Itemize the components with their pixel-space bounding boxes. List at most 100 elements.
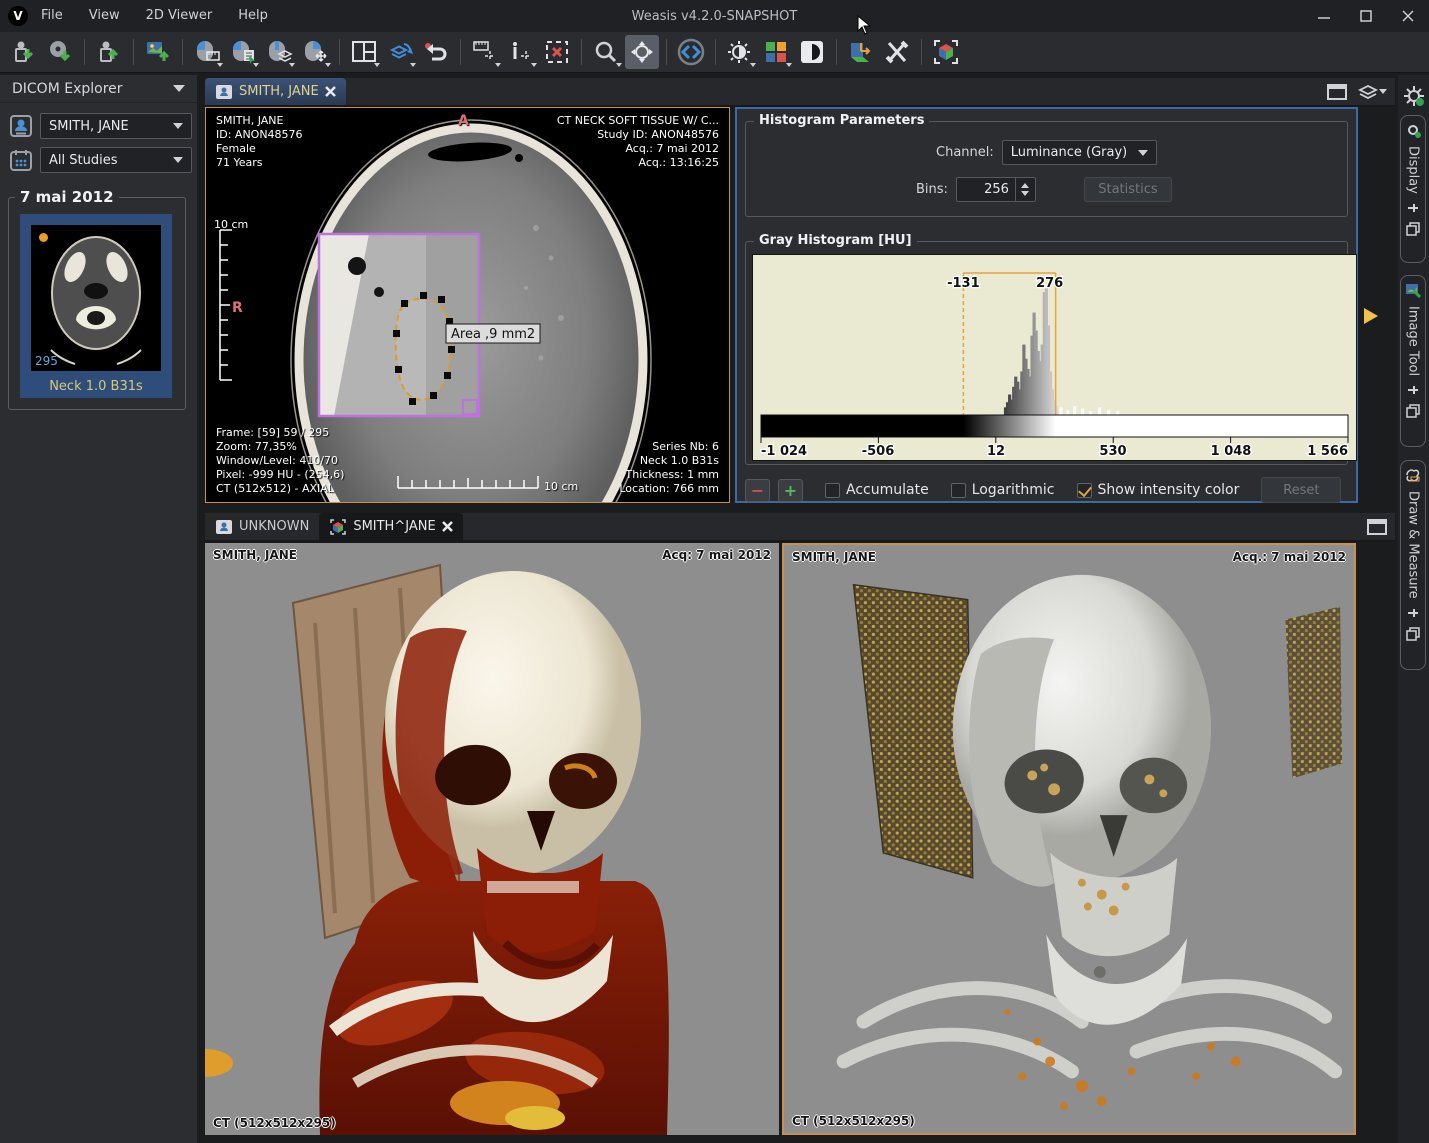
group-title: Histogram Parameters xyxy=(754,113,929,128)
minimize-button[interactable] xyxy=(1303,0,1345,32)
dicom-explorer-panel: DICOM Explorer SMITH, JANE All Studies 7… xyxy=(0,75,200,1143)
import-cd-icon[interactable] xyxy=(43,35,77,69)
svg-text:-506: -506 xyxy=(862,444,895,459)
ct-axial-viewport[interactable]: Area ,9 mm2 SMITH, JANEID: ANON48576 Fem… xyxy=(205,107,730,503)
volume-render-bone xyxy=(784,545,1354,1133)
delete-measurements-icon[interactable] xyxy=(540,35,574,69)
export-dicom-icon[interactable] xyxy=(92,35,126,69)
overlay-patient: SMITH, JANE xyxy=(213,548,297,562)
show-intensity-checkbox[interactable]: Show intensity color xyxy=(1077,482,1240,498)
import-dicom-icon[interactable] xyxy=(7,35,41,69)
accumulate-checkbox[interactable]: Accumulate xyxy=(825,482,929,498)
close-tab-icon[interactable] xyxy=(325,86,336,97)
tab-smith-jane-2d[interactable]: SMITH, JANE xyxy=(205,78,346,105)
open-3d-cube-icon[interactable] xyxy=(929,35,963,69)
study-group: 7 mai 2012 295 Neck 1.0 B31s xyxy=(8,197,186,410)
pan-icon[interactable] xyxy=(625,35,659,69)
svg-text:1 048: 1 048 xyxy=(1211,444,1252,459)
svg-text:-131: -131 xyxy=(947,276,980,291)
float-window-icon[interactable] xyxy=(1406,222,1420,236)
zoom-out-button[interactable]: − xyxy=(745,479,770,502)
svg-text:530: 530 xyxy=(1099,444,1126,459)
float-window-icon[interactable] xyxy=(1406,404,1420,418)
channel-value: Luminance (Gray) xyxy=(1011,145,1127,160)
mpr-3d-icon[interactable] xyxy=(844,35,878,69)
dicom-explorer-header[interactable]: DICOM Explorer xyxy=(0,75,197,103)
float-window-icon[interactable] xyxy=(1406,627,1420,641)
tab-smith-jane-3d[interactable]: SMITH^JANE xyxy=(319,513,462,540)
checkbox-icon[interactable] xyxy=(825,483,840,498)
maximize-button[interactable] xyxy=(1345,0,1387,32)
statistics-label: Statistics xyxy=(1098,182,1157,197)
title-bar: V File View 2D Viewer Help Weasis v4.2.0… xyxy=(0,0,1429,32)
reset-icon[interactable] xyxy=(419,35,453,69)
rail-tab-display[interactable]: Display xyxy=(1400,115,1426,263)
volume-view-bone[interactable]: SMITH, JANE Acq.: 7 mai 2012 CT (512x512… xyxy=(782,543,1356,1135)
pin-icon[interactable] xyxy=(1406,607,1420,619)
rail-tab-draw-measure[interactable]: Draw & Measure xyxy=(1400,460,1426,670)
overlay-study-info: CT NECK SOFT TISSUE W/ C...Study ID: ANO… xyxy=(557,114,719,170)
menu-file[interactable]: File xyxy=(28,0,76,32)
patient-select[interactable]: SMITH, JANE xyxy=(40,113,192,139)
mouse-middle-series-icon[interactable] xyxy=(262,35,296,69)
synch-icon[interactable] xyxy=(383,35,417,69)
reset-button[interactable]: Reset xyxy=(1261,477,1341,503)
menu-help[interactable]: Help xyxy=(225,0,281,32)
accumulate-label: Accumulate xyxy=(846,482,929,498)
mouse-left-contextmenu-icon[interactable] xyxy=(226,35,260,69)
lut-icon[interactable] xyxy=(759,35,793,69)
draw-measure-icon xyxy=(1405,467,1421,483)
bins-spinner[interactable]: 256 xyxy=(956,177,1036,202)
statistics-button[interactable]: Statistics xyxy=(1084,177,1172,202)
layers-menu-icon[interactable] xyxy=(1357,83,1387,101)
overlay-series-info: Series Nb: 6Neck 1.0 B31s Thickness: 1 m… xyxy=(619,440,719,496)
mouse-left-measure-icon[interactable] xyxy=(190,35,224,69)
logarithmic-checkbox[interactable]: Logarithmic xyxy=(951,482,1055,498)
gear-icon[interactable] xyxy=(1403,85,1425,107)
measurement-tools-icon[interactable] xyxy=(468,35,502,69)
menu-2d-viewer[interactable]: 2D Viewer xyxy=(133,0,226,32)
gray-histogram-group: Gray Histogram [HU] -131 276 -1 024 -506 xyxy=(745,241,1348,465)
window-level-icon[interactable] xyxy=(723,35,757,69)
patient-select-value: SMITH, JANE xyxy=(49,119,129,134)
frame-count: 295 xyxy=(35,354,58,368)
volume-view-color[interactable]: SMITH, JANE Acq: 7 mai 2012 CT (512x512x… xyxy=(205,543,779,1135)
series-thumbnail[interactable]: 295 Neck 1.0 B31s xyxy=(20,214,172,398)
patient-monitor-icon xyxy=(215,519,233,535)
channel-select[interactable]: Luminance (Gray) xyxy=(1002,140,1157,165)
rail-tab-image-tool[interactable]: Image Tool xyxy=(1400,275,1426,447)
maximize-pane-icon[interactable] xyxy=(1327,84,1347,100)
menu-view[interactable]: View xyxy=(76,0,133,32)
zoom-in-button[interactable]: + xyxy=(778,479,803,502)
viewer3d-tab-bar: UNKNOWN SMITH^JANE xyxy=(205,513,1395,542)
pin-icon[interactable] xyxy=(1406,202,1420,214)
chevron-down-icon xyxy=(173,85,185,92)
close-tab-icon[interactable] xyxy=(442,521,453,532)
histogram-panel: Histogram Parameters Channel: Luminance … xyxy=(735,107,1358,503)
chevron-down-icon xyxy=(173,123,183,129)
histogram-plot[interactable]: -131 276 -1 024 -506 12 530 1 048 1 566 xyxy=(752,254,1357,461)
tab-unknown[interactable]: UNKNOWN xyxy=(205,513,319,540)
zoom-icon[interactable] xyxy=(589,35,623,69)
mouse-right-pan-icon[interactable] xyxy=(298,35,332,69)
svg-text:Area ,9 mm2: Area ,9 mm2 xyxy=(451,327,535,342)
pin-icon[interactable] xyxy=(1406,384,1420,396)
panel-collapse-arrow-icon[interactable] xyxy=(1362,306,1380,326)
flip-icon[interactable] xyxy=(674,35,708,69)
volume-tools-icon[interactable] xyxy=(880,35,914,69)
svg-text:276: 276 xyxy=(1036,276,1063,291)
checkbox-icon[interactable] xyxy=(951,483,966,498)
right-tool-rail: Display Image Tool Draw & Measure xyxy=(1398,75,1429,1143)
tab-label: SMITH, JANE xyxy=(239,84,319,99)
invert-lut-icon[interactable] xyxy=(795,35,829,69)
layout-icon[interactable] xyxy=(347,35,381,69)
checkbox-checked-icon[interactable] xyxy=(1077,483,1092,498)
export-image-icon[interactable] xyxy=(141,35,175,69)
maximize-pane-icon[interactable] xyxy=(1367,519,1387,535)
spin-down-icon[interactable] xyxy=(1021,191,1029,196)
close-button[interactable] xyxy=(1387,0,1429,32)
annotation-tools-icon[interactable] xyxy=(504,35,538,69)
rail-tab-label: Draw & Measure xyxy=(1406,491,1421,599)
spin-up-icon[interactable] xyxy=(1021,183,1029,188)
studies-select[interactable]: All Studies xyxy=(40,147,192,173)
